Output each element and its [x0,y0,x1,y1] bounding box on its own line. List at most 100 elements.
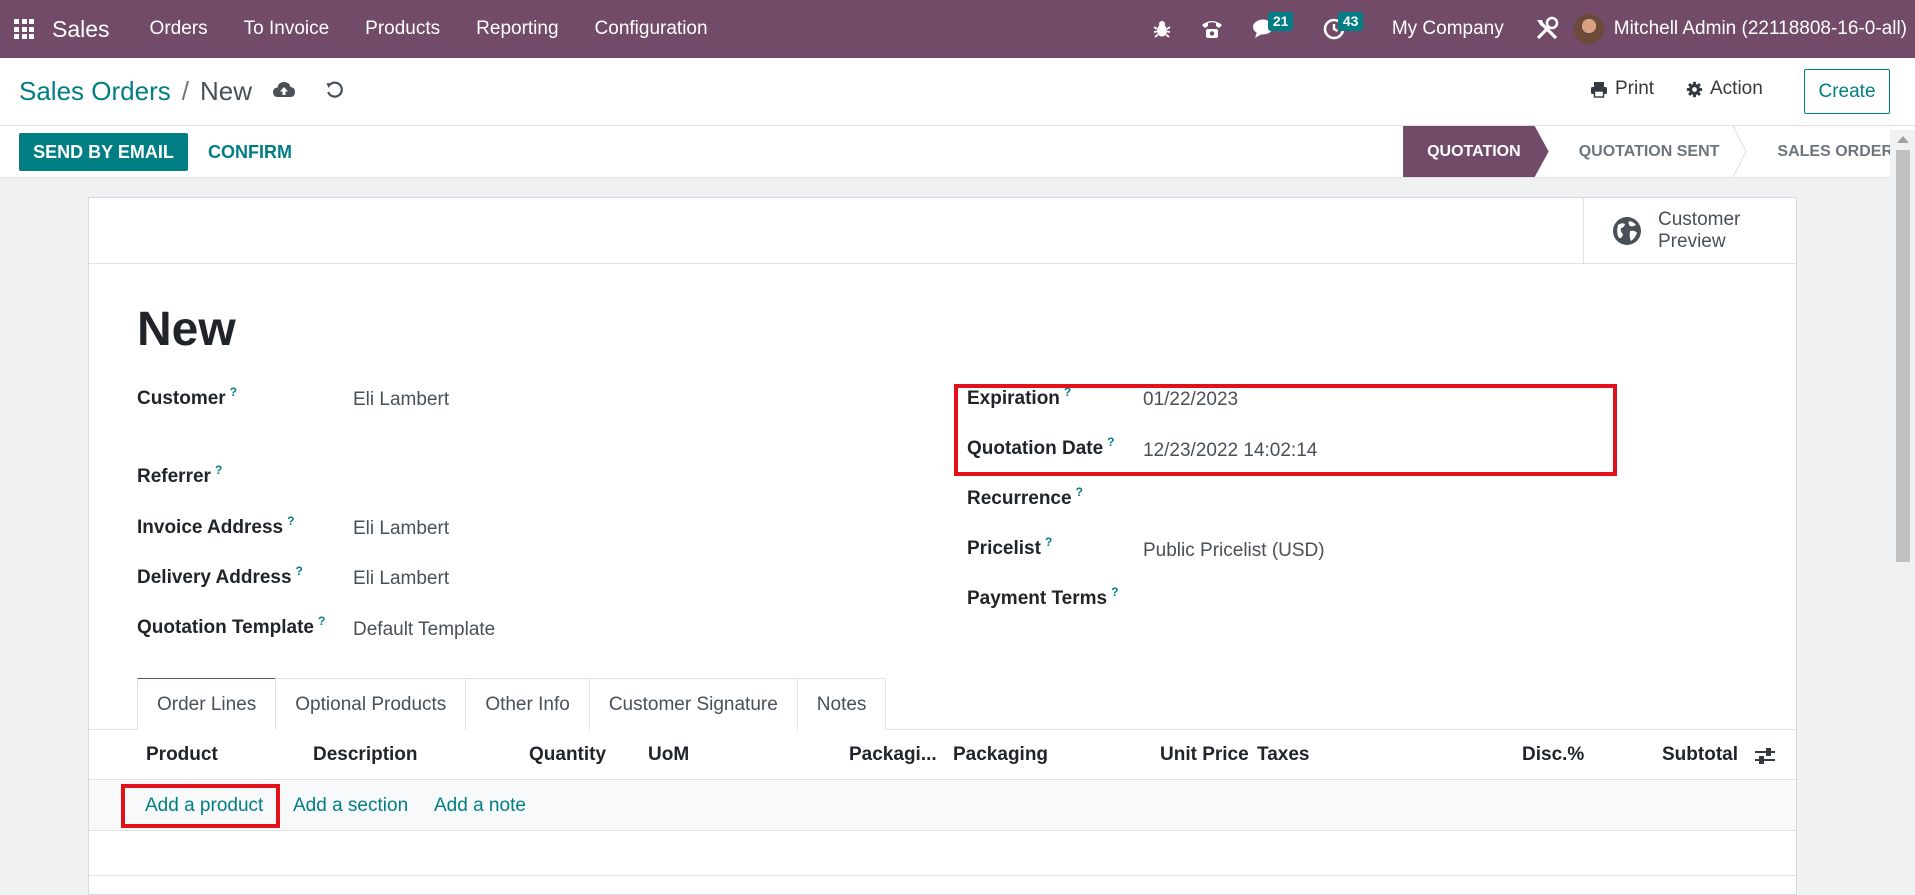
chevron-right-icon [1733,126,1748,177]
payment-terms-field[interactable] [1143,589,1483,613]
notebook-tabs: Order Lines Optional Products Other Info… [137,678,887,730]
column-taxes[interactable]: Taxes [1257,744,1309,766]
column-description[interactable]: Description [313,744,418,766]
recurrence-field[interactable] [1143,489,1483,513]
breadcrumb-sales-orders[interactable]: Sales Orders [19,76,171,107]
user-avatar[interactable] [1573,14,1604,44]
column-product[interactable]: Product [146,744,218,766]
invoice-address-field-label: Invoice Address? [137,514,294,539]
recurrence-field-label: Recurrence? [967,485,1083,510]
cloud-upload-icon[interactable] [272,80,296,105]
quotation-template-field-label: Quotation Template? [137,614,325,639]
help-tooltip-icon[interactable]: ? [296,564,303,578]
field-label: Quotation Template [137,617,314,638]
help-tooltip-icon[interactable]: ? [287,514,294,528]
messages-badge: 21 [1267,12,1294,31]
help-tooltip-icon[interactable]: ? [215,463,222,477]
column-subtotal[interactable]: Subtotal [1662,744,1738,766]
print-label: Print [1615,78,1655,99]
quotation-template-field[interactable]: Default Template [353,619,495,641]
column-quantity[interactable]: Quantity [529,744,606,766]
field-label: Pricelist [967,538,1041,559]
control-panel: Sales Orders / New Print Action Create [0,58,1915,126]
breadcrumb-current: New [199,76,252,106]
bug-icon[interactable] [1138,0,1186,58]
help-tooltip-icon[interactable]: ? [1076,485,1083,499]
top-navbar: Sales Orders To Invoice Products Reporti… [0,0,1915,58]
column-uom[interactable]: UoM [648,744,689,766]
pricelist-field[interactable]: Public Pricelist (USD) [1143,540,1325,562]
activities-icon[interactable]: 43 [1308,0,1376,58]
column-packaging-qty[interactable]: Packagi... [849,744,937,766]
menu-to-invoice[interactable]: To Invoice [226,0,348,58]
undo-icon[interactable] [325,80,345,105]
column-packaging[interactable]: Packaging [953,744,1048,766]
breadcrumb-separator: / [181,76,189,106]
help-tooltip-icon[interactable]: ? [1045,535,1052,549]
delivery-address-field[interactable]: Eli Lambert [353,568,449,590]
menu-orders[interactable]: Orders [132,0,226,58]
customer-field[interactable]: Eli Lambert [353,389,449,411]
print-icon [1591,81,1607,98]
add-line-row: Add a product Add a section Add a note [89,781,1796,831]
menu-configuration[interactable]: Configuration [577,0,726,58]
phone-icon[interactable] [1186,0,1238,58]
column-unit-price[interactable]: Unit Price [1160,744,1249,766]
help-tooltip-icon[interactable]: ? [230,385,237,399]
tab-notes[interactable]: Notes [796,678,887,730]
stage-quotation-sent[interactable]: QUOTATION SENT [1549,126,1748,177]
invoice-address-field[interactable]: Eli Lambert [353,518,449,540]
tab-optional-products[interactable]: Optional Products [275,678,467,730]
globe-icon [1613,217,1641,245]
pricelist-field-label: Pricelist? [967,535,1052,560]
action-button[interactable]: Action [1686,78,1763,100]
activities-badge: 43 [1337,12,1364,31]
page-scrollbar[interactable] [1890,130,1915,895]
menu-reporting[interactable]: Reporting [458,0,576,58]
messages-icon[interactable]: 21 [1238,0,1308,58]
highlight-box-add-product [121,784,280,828]
app-brand[interactable]: Sales [52,16,110,43]
referrer-field[interactable] [353,467,713,491]
confirm-button[interactable]: CONFIRM [208,133,292,171]
record-title: New [137,303,236,356]
scroll-up-arrow-icon[interactable] [1897,136,1909,143]
highlight-box-dates [954,384,1617,476]
customer-preview-button[interactable]: Customer Preview [1583,198,1796,264]
action-label: Action [1710,78,1763,99]
tab-other-info[interactable]: Other Info [465,678,590,730]
company-switcher[interactable]: My Company [1376,18,1520,40]
smart-button-box: Customer Preview [89,198,1796,264]
help-tooltip-icon[interactable]: ? [318,614,325,628]
field-label: Recurrence [967,488,1072,509]
stage-quotation-sent-label: QUOTATION SENT [1578,142,1720,160]
referrer-field-label: Referrer? [137,463,222,488]
delivery-address-field-label: Delivery Address? [137,564,303,589]
column-discount[interactable]: Disc.% [1522,744,1584,766]
send-by-email-button[interactable]: SEND BY EMAIL [19,133,188,171]
field-label: Referrer [137,466,211,487]
stage-quotation[interactable]: QUOTATION [1403,126,1549,177]
app-grid-icon[interactable] [2,0,46,58]
tab-order-lines[interactable]: Order Lines [137,678,277,730]
table-row [89,832,1796,876]
add-section-link[interactable]: Add a section [293,795,408,817]
payment-terms-field-label: Payment Terms? [967,585,1118,610]
customer-preview-label: Customer Preview [1658,209,1741,252]
field-label: Invoice Address [137,517,284,538]
print-button[interactable]: Print [1590,78,1654,100]
add-note-link[interactable]: Add a note [434,795,526,817]
field-label: Customer [137,388,226,409]
field-label: Delivery Address [137,567,292,588]
scrollbar-thumb[interactable] [1896,150,1910,562]
gear-icon [1686,81,1703,97]
menu-products[interactable]: Products [347,0,458,58]
create-button[interactable]: Create [1804,69,1890,114]
tab-customer-signature[interactable]: Customer Signature [588,678,798,730]
stage-sales-order[interactable]: SALES ORDER [1747,126,1893,177]
form-sheet: Customer Preview New Customer? Eli Lambe… [88,197,1797,895]
help-tooltip-icon[interactable]: ? [1111,585,1118,599]
user-menu[interactable]: Mitchell Admin (22118808-16-0-all) [1614,18,1915,40]
tools-icon[interactable] [1520,0,1574,58]
optional-columns-icon[interactable] [1754,746,1776,766]
